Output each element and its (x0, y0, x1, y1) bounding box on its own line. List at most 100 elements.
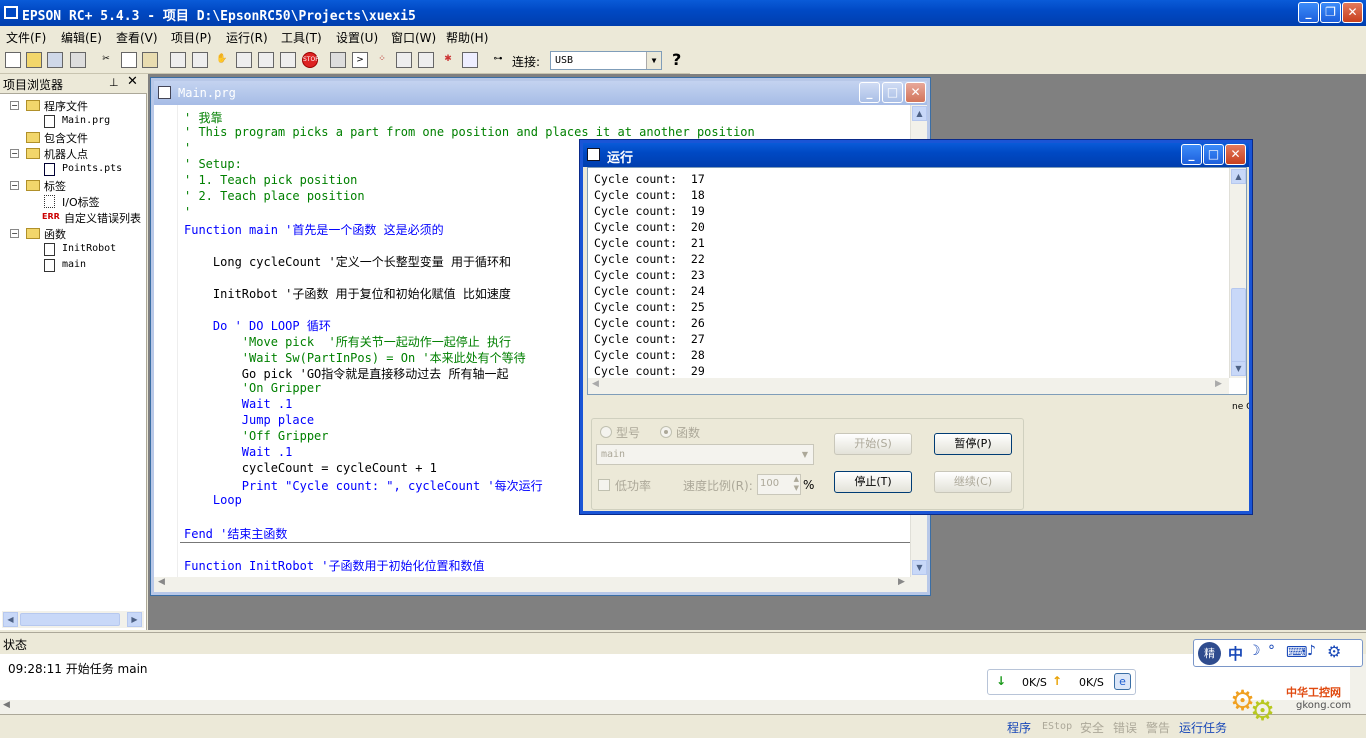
calculator-icon[interactable] (192, 52, 208, 68)
output-vertical-scrollbar[interactable]: ▲ ▼ (1229, 168, 1246, 378)
function-icon (44, 259, 55, 272)
menu-settings[interactable]: 设置(U) (336, 29, 378, 46)
tree-program-files[interactable]: 程序文件 (44, 98, 88, 114)
new-file-icon[interactable] (5, 52, 21, 68)
editor-horizontal-scrollbar[interactable]: ◀ ▶ (154, 577, 927, 592)
collapse-icon[interactable]: − (10, 181, 19, 190)
tree-main[interactable]: main (62, 259, 86, 270)
scroll-right-icon[interactable]: ▶ (1215, 379, 1222, 389)
low-power-checkbox[interactable] (598, 479, 610, 491)
simulator-icon[interactable]: ✱ (440, 52, 456, 68)
scroll-right-icon[interactable]: ▶ (127, 612, 142, 627)
maximize-button[interactable]: ❐ (1320, 2, 1341, 23)
tree-points-pts[interactable]: Points.pts (62, 163, 122, 174)
menu-help[interactable]: 帮助(H) (446, 29, 488, 46)
function-select[interactable]: main ▼ (596, 444, 814, 465)
continue-button[interactable]: 继续(C) (934, 471, 1012, 493)
indent-icon[interactable] (236, 52, 252, 68)
paste-icon[interactable] (142, 52, 158, 68)
tree-functions[interactable]: 函数 (44, 226, 66, 242)
sort-icon[interactable] (280, 52, 296, 68)
save-all-icon[interactable] (47, 52, 63, 68)
stop-button[interactable]: 停止(T) (834, 471, 912, 493)
jog-hand-icon[interactable]: ✋ (214, 52, 230, 68)
editor-maximize-button[interactable]: □ (882, 82, 903, 103)
horizontal-scrollbar[interactable]: ◀ ▶ (2, 611, 144, 628)
collapse-icon[interactable]: − (10, 101, 19, 110)
code-line: ' Setup: (184, 157, 242, 171)
status-error: 错误 (1113, 721, 1138, 735)
run-maximize-button[interactable]: □ (1203, 144, 1224, 165)
cut-icon[interactable]: ✂ (98, 52, 114, 68)
output-horizontal-scrollbar[interactable]: ◀ ▶ (588, 378, 1229, 394)
editor-minimize-button[interactable]: _ (859, 82, 880, 103)
run-window-icon[interactable] (418, 52, 434, 68)
run-minimize-button[interactable]: _ (1181, 144, 1202, 165)
gear-icon[interactable]: ⚙ (1327, 642, 1341, 661)
menu-file[interactable]: 文件(F) (6, 29, 46, 46)
collapse-icon[interactable]: − (10, 149, 19, 158)
moon-icon[interactable]: ☽ (1248, 643, 1261, 659)
microphone-icon[interactable]: ♪ (1307, 643, 1316, 659)
close-button[interactable]: ✕ (1342, 2, 1363, 23)
start-button[interactable]: 开始(S) (834, 433, 912, 455)
tree-include-files[interactable]: 包含文件 (44, 130, 88, 146)
scroll-up-icon[interactable]: ▲ (1231, 169, 1246, 184)
ime-logo-icon[interactable]: 精 (1198, 642, 1221, 665)
print-icon[interactable] (70, 52, 86, 68)
menu-tools[interactable]: 工具(T) (281, 29, 322, 46)
stop-icon[interactable]: STOP (302, 52, 319, 68)
scroll-up-icon[interactable]: ▲ (912, 106, 927, 121)
browser-icon[interactable]: e (1114, 673, 1131, 690)
scroll-thumb[interactable] (20, 613, 120, 626)
tree-labels[interactable]: 标签 (44, 178, 66, 194)
menu-view[interactable]: 查看(V) (116, 29, 158, 46)
task-manager-icon[interactable] (396, 52, 412, 68)
menu-project[interactable]: 项目(P) (171, 29, 212, 46)
spin-down-icon[interactable]: ▼ (794, 484, 799, 492)
code-line: Do ' DO LOOP 循环 (184, 319, 331, 333)
tree-robot-points[interactable]: 机器人点 (44, 146, 88, 162)
scroll-thumb[interactable] (1231, 288, 1246, 368)
io-monitor-icon[interactable]: ⁘ (374, 52, 390, 68)
pin-icon[interactable]: ⊥ (109, 76, 119, 89)
tree-io-labels[interactable]: I/O标签 (62, 194, 100, 210)
outdent-icon[interactable] (258, 52, 274, 68)
speed-stepper[interactable]: 100 ▲ ▼ (757, 474, 801, 495)
connection-select[interactable]: USB ▼ (550, 51, 662, 70)
scroll-left-icon[interactable]: ◀ (3, 612, 18, 627)
grid-icon[interactable] (170, 52, 186, 68)
run-output[interactable]: Cycle count: 17 Cycle count: 18 Cycle co… (587, 167, 1247, 395)
punctuation-icon[interactable]: ° (1268, 643, 1275, 659)
help-button[interactable]: ? (672, 50, 681, 69)
pause-button[interactable]: 暂停(P) (934, 433, 1012, 455)
status-horizontal-scrollbar[interactable]: ◀ (0, 700, 1366, 714)
run-close-button[interactable]: ✕ (1225, 144, 1246, 165)
copy-icon[interactable] (121, 52, 137, 68)
ime-mode[interactable]: 中 (1228, 643, 1243, 664)
command-window-icon[interactable]: > (352, 52, 368, 68)
scroll-left-icon[interactable]: ◀ (158, 577, 165, 587)
scroll-left-icon[interactable]: ◀ (592, 379, 599, 389)
collapse-icon[interactable]: − (10, 229, 19, 238)
scroll-right-icon[interactable]: ▶ (898, 577, 905, 587)
tree-error-list[interactable]: 自定义错误列表 (64, 210, 144, 226)
close-panel-icon[interactable]: ✕ (127, 74, 138, 89)
keyboard-icon[interactable]: ⌨ (1286, 643, 1308, 661)
editor-close-button[interactable]: ✕ (905, 82, 926, 103)
radio-function[interactable] (660, 426, 672, 438)
tree-main-prg[interactable]: Main.prg (62, 115, 110, 126)
scroll-down-icon[interactable]: ▼ (912, 560, 927, 575)
scroll-down-icon[interactable]: ▼ (1231, 361, 1246, 376)
robot-manager-icon[interactable] (330, 52, 346, 68)
spin-up-icon[interactable]: ▲ (794, 475, 799, 483)
minimize-button[interactable]: _ (1298, 2, 1319, 23)
properties-icon[interactable] (462, 52, 478, 68)
scroll-left-icon[interactable]: ◀ (3, 700, 10, 710)
tree-initrobot[interactable]: InitRobot (62, 243, 116, 254)
menu-edit[interactable]: 编辑(E) (61, 29, 102, 46)
open-folder-icon[interactable] (26, 52, 42, 68)
menu-run[interactable]: 运行(R) (226, 29, 268, 46)
radio-model[interactable] (600, 426, 612, 438)
menu-window[interactable]: 窗口(W) (391, 29, 436, 46)
